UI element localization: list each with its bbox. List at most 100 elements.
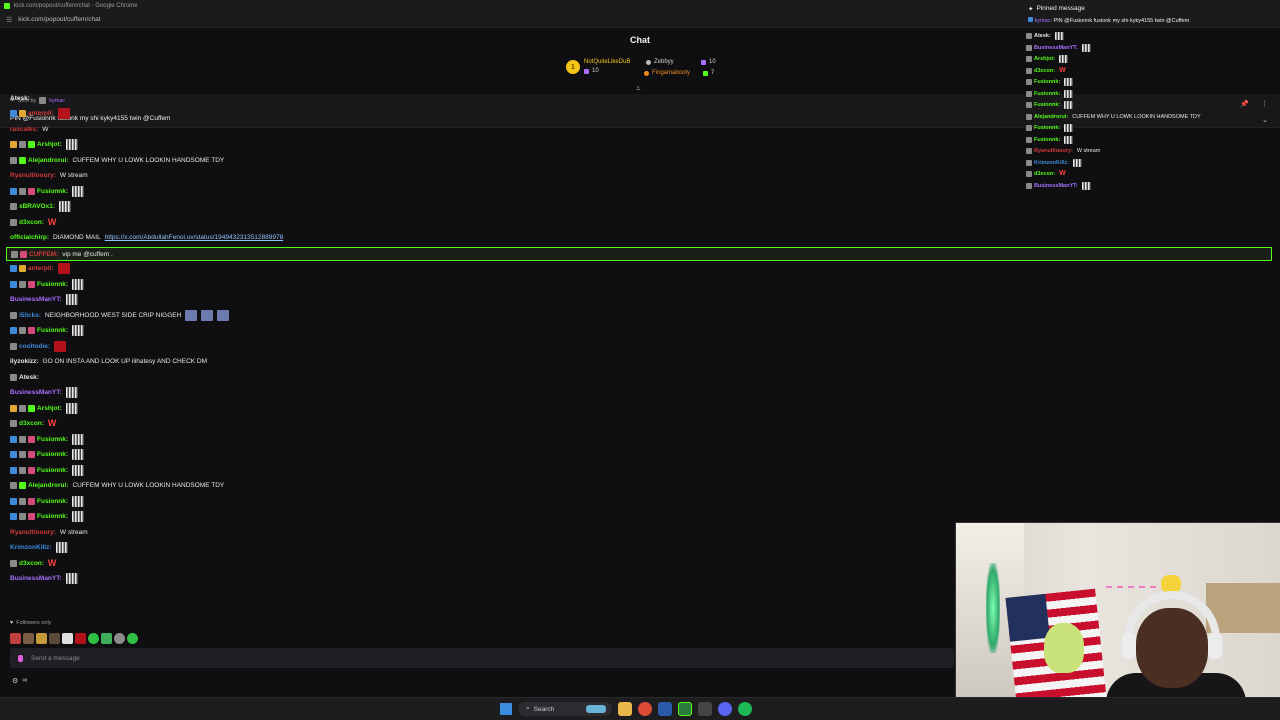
chat-message[interactable]: anterpli: [10, 263, 70, 275]
chat-message[interactable]: Arshjot: [10, 139, 78, 151]
emote-button[interactable] [101, 632, 112, 644]
chat-username[interactable]: Ryanultiooury: [10, 172, 56, 179]
chat-username[interactable]: d3xcon: [19, 560, 44, 567]
chat-message[interactable]: Alejandrorui: CUFFEM WHY U LOWK LOOKIN HA… [10, 480, 224, 492]
chat-username[interactable]: Arshjot: [1034, 56, 1055, 62]
chat-message[interactable]: Fusionnk: [10, 449, 85, 461]
settings-icon[interactable]: ⚙ [12, 677, 18, 685]
chat-username[interactable]: Fusionnk: [37, 513, 68, 520]
chat-username[interactable]: Fusionnk: [37, 281, 68, 288]
chat-message[interactable]: Fusionnk: [10, 495, 85, 507]
chat-message[interactable]: BusinessManYT: [10, 387, 78, 399]
file-explorer-icon[interactable] [618, 702, 632, 716]
chat-message[interactable]: CUFFEM: vip me @cuffem . [6, 247, 1272, 261]
chat-message[interactable]: Fusionnk: [10, 464, 85, 476]
chat-message[interactable]: Arshjot: [10, 402, 78, 414]
chat-username[interactable]: BusinessManYT: [10, 296, 62, 303]
chat-username[interactable]: d3xcon: [1034, 171, 1055, 177]
message-placeholder[interactable]: Send a message [31, 655, 80, 662]
chat-username[interactable]: d3xcon: [19, 219, 44, 226]
discord-icon[interactable] [718, 702, 732, 716]
chat-username[interactable]: BusinessManYT: [10, 389, 62, 396]
infinity-icon[interactable]: ∞ [22, 677, 27, 685]
leaderboard-entry[interactable]: Fingamabooty [644, 70, 690, 76]
chat-message[interactable]: Atesk: [1026, 31, 1064, 41]
chat-username[interactable]: Fusionnk: [37, 451, 68, 458]
site-settings-icon[interactable]: ☰ [6, 16, 12, 24]
chat-message[interactable]: Fusionnk: [1026, 89, 1074, 99]
url-text[interactable]: kick.com/popout/cuffem/chat [18, 16, 100, 23]
chat-username[interactable]: Fusionnk: [37, 436, 68, 443]
emote-button[interactable] [10, 632, 21, 644]
chat-message[interactable]: d3xcon: W [1026, 169, 1068, 179]
emote-button[interactable] [49, 632, 60, 644]
chat-username[interactable]: Fusionnk: [37, 498, 68, 505]
chat-username[interactable]: Atesk: [10, 95, 30, 102]
chrome-icon[interactable] [638, 702, 652, 716]
chat-username[interactable]: Ryanultiooury: [10, 529, 56, 536]
chat-message[interactable]: ilyzokizz: GO ON INSTA AND LOOK UP ilihat… [10, 356, 207, 368]
chat-message[interactable]: BusinessManYT: [10, 294, 78, 306]
chat-username[interactable]: cooltodie: [19, 343, 50, 350]
chat-username[interactable]: ilyzokizz: [10, 358, 39, 365]
chat-message[interactable]: KrimzonKillz: [1026, 158, 1083, 168]
chat-message[interactable]: Ryanultiooury: W stream [10, 170, 88, 182]
chat-message[interactable]: Atesk: [10, 371, 39, 383]
emote-button[interactable] [36, 632, 47, 644]
chat-message[interactable]: Fusionnk: [1026, 135, 1074, 145]
chat-username[interactable]: d3xcon: [19, 420, 44, 427]
chat-username[interactable]: Ryanultiooury: [1034, 148, 1073, 154]
emote-picker-icon[interactable] [18, 654, 23, 662]
chat-username[interactable]: Alejandrorui: [28, 157, 68, 164]
chat-message[interactable]: BusinessManYT: [10, 573, 78, 585]
chat-username[interactable]: officialchirp: [10, 234, 49, 241]
chat-username[interactable]: Fusionnk: [1034, 137, 1060, 143]
chat-username[interactable]: BusinessManYT: [1034, 183, 1078, 189]
expand-leaderboard-icon[interactable]: ⩡ [636, 84, 641, 94]
chat-message[interactable]: Fusionnk: [1026, 123, 1074, 133]
leaderboard-entry[interactable]: NotQuiteLikeDuB [584, 59, 630, 65]
chat-username[interactable]: KrimzonKillz: [1034, 160, 1069, 166]
chat-username[interactable]: rascalks: [10, 126, 38, 133]
chat-username[interactable]: BusinessManYT: [1034, 45, 1078, 51]
chat-message[interactable]: anterpli: [10, 108, 70, 120]
chat-username[interactable]: Fusionnk: [37, 327, 68, 334]
chat-message[interactable]: Fusionnk: [1026, 77, 1074, 87]
chat-username[interactable]: Fusionnk: [1034, 102, 1060, 108]
chat-message[interactable]: d3xcon: W [10, 216, 56, 228]
chat-username[interactable]: BusinessManYT: [10, 575, 62, 582]
chat-message-link[interactable]: https://x.com/AbdullahFenol.uv/status/19… [105, 234, 284, 241]
emote-button[interactable] [62, 632, 73, 644]
chat-message[interactable]: Ryanultiooury: W stream [1026, 146, 1100, 156]
chat-message[interactable]: BusinessManYT: [1026, 181, 1091, 191]
chat-username[interactable]: Fusionnk: [1034, 79, 1060, 85]
chat-message[interactable]: Alejandrorui: CUFFEM WHY U LOWK LOOKIN HA… [10, 154, 224, 166]
chat-message[interactable]: KrimzonKillz: [10, 542, 68, 554]
chat-message[interactable]: Fusionnk: [1026, 100, 1074, 110]
pinned-sender-name[interactable]: kymac [49, 98, 65, 104]
emote-button[interactable] [114, 632, 125, 644]
chat-username[interactable]: Fusionnk: [1034, 91, 1060, 97]
chat-message[interactable]: Fusionnk: [10, 278, 85, 290]
chat-message[interactable]: xBRAVOx1: [10, 201, 72, 213]
gift-leaderboard[interactable]: 1 NotQuiteLikeDuB 10 Zebbyy 10 Fingamabo… [566, 58, 726, 80]
chat-message[interactable]: cooltodie: [10, 340, 67, 352]
leaderboard-entry[interactable]: Zebbyy [646, 59, 674, 65]
spotify-icon[interactable] [738, 702, 752, 716]
chat-message[interactable]: Fusionnk: [10, 511, 85, 523]
chat-username[interactable]: i5licks: [19, 312, 41, 319]
chat-message[interactable]: d3xcon: W [10, 418, 56, 430]
chat-username[interactable]: Fusionnk: [1034, 125, 1060, 131]
chat-message[interactable]: Fusionnk: [10, 185, 85, 197]
chat-username[interactable]: CUFFEM: [29, 251, 58, 258]
chat-message[interactable]: d3xcon: W [10, 557, 56, 569]
chat-username[interactable]: xBRAVOx1: [19, 203, 55, 210]
chat-username[interactable]: Arshjot: [37, 141, 62, 148]
chat-message[interactable]: rascalks: W [10, 123, 48, 135]
chat-username[interactable]: Atesk: [1034, 33, 1051, 39]
chat-message[interactable]: Ryanultiooury: W stream [10, 526, 88, 538]
chat-username[interactable]: anterpli: [28, 265, 54, 272]
chat-message[interactable]: Fusionnk: [10, 433, 85, 445]
chat-username[interactable]: Alejandrorui: [28, 482, 68, 489]
chat-username[interactable]: KrimzonKillz: [10, 544, 52, 551]
